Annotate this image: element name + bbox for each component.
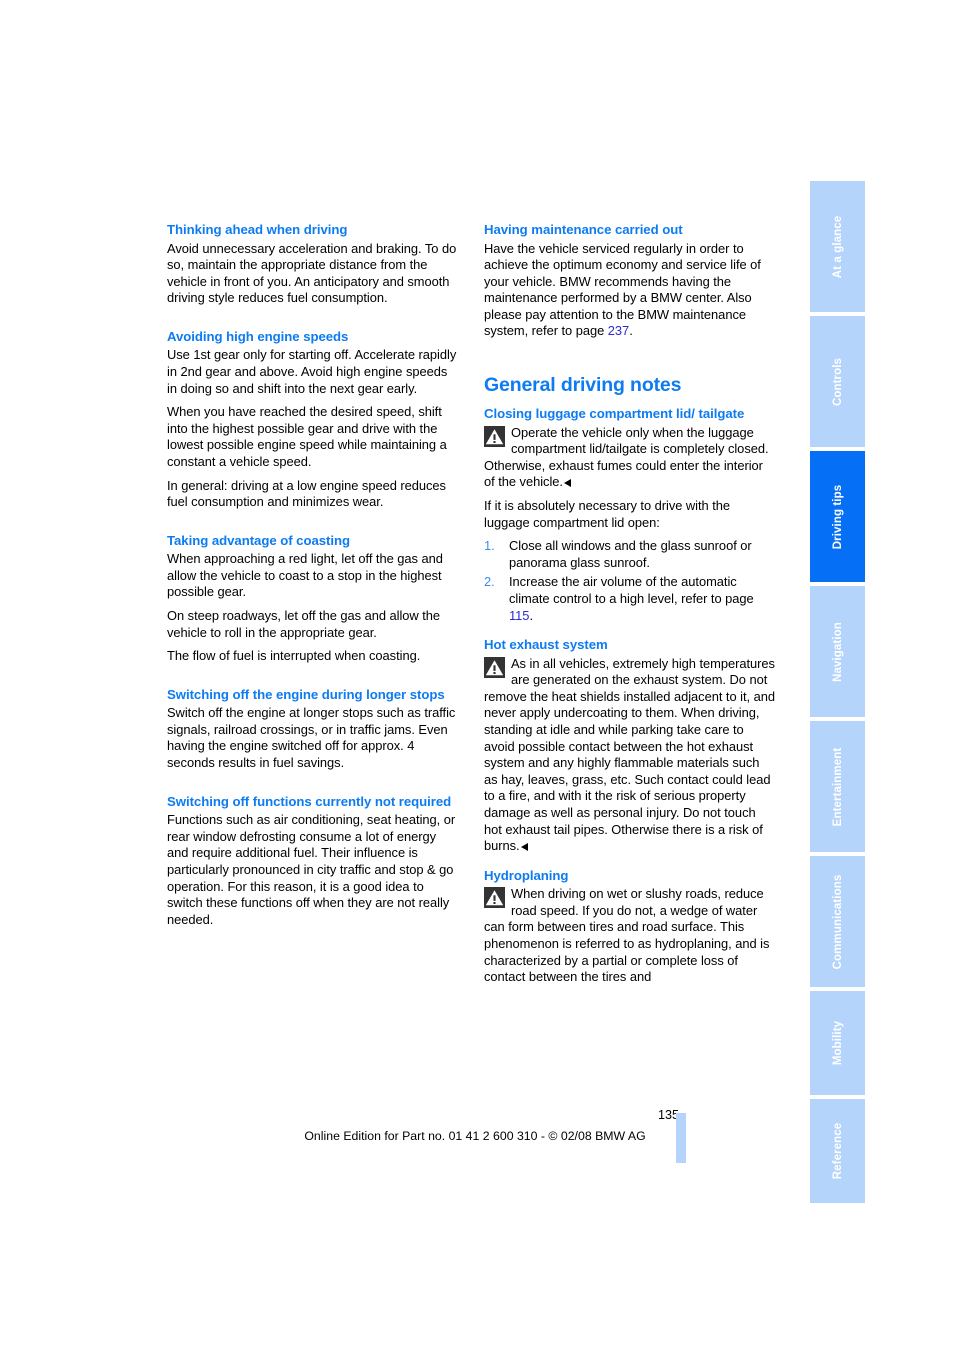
luggage-steps-list: 1. Close all windows and the glass sunro… <box>484 538 776 624</box>
warning-triangle-icon <box>484 656 505 678</box>
list-item-text-before-ref: Increase the air volume of the automatic… <box>509 574 754 606</box>
heading-switching-off-functions: Switching off functions currently not re… <box>167 793 452 809</box>
tab-controls[interactable]: Controls <box>810 316 865 447</box>
tab-mobility[interactable]: Mobility <box>810 991 865 1095</box>
section-title-general-driving-notes: General driving notes <box>484 374 682 397</box>
tab-label: Controls <box>831 357 844 406</box>
chapter-tab-rail: At a glance Controls Driving tips Naviga… <box>810 181 865 1203</box>
heading-closing-luggage-compartment: Closing luggage compartment lid/ tailgat… <box>484 406 745 422</box>
paragraph-longer-stops: Switch off the engine at longer stops su… <box>167 705 456 771</box>
paragraph-engine-speeds-1: Use 1st gear only for starting off. Acce… <box>167 347 457 396</box>
warning-block-luggage: Operate the vehicle only when the luggag… <box>484 425 776 491</box>
paragraph-engine-speeds-2: When you have reached the desired speed,… <box>167 404 447 469</box>
paragraph-maintenance: Have the vehicle serviced regularly in o… <box>484 241 776 341</box>
list-item-number: 2. <box>484 574 495 590</box>
tab-reference[interactable]: Reference <box>810 1099 865 1203</box>
warning-triangle-icon <box>484 425 505 447</box>
warning-block-hydroplaning: When driving on wet or slushy roads, red… <box>484 886 776 986</box>
tab-label: At a glance <box>831 215 844 278</box>
list-item-number: 1. <box>484 538 495 554</box>
tab-navigation[interactable]: Navigation <box>810 586 865 717</box>
end-of-warning-marker-icon <box>564 479 572 488</box>
end-of-warning-marker-icon <box>521 843 529 852</box>
tab-label: Driving tips <box>831 484 844 549</box>
heading-avoiding-high-engine-speeds: Avoiding high engine speeds <box>167 328 349 344</box>
paragraph-luggage-intro: If it is absolutely necessary to drive w… <box>484 497 731 530</box>
paragraph-coasting-2: On steep roadways, let off the gas and a… <box>167 608 441 640</box>
paragraph-switching-off-functions: Functions such as air conditioning, seat… <box>167 812 456 927</box>
maintenance-text-after-ref: . <box>629 323 633 339</box>
footer-edition-note: Online Edition for Part no. 01 41 2 600 … <box>304 1129 646 1143</box>
list-item: 1. Close all windows and the glass sunro… <box>484 538 776 571</box>
heading-hydroplaning: Hydroplaning <box>484 867 569 883</box>
warning-text-exhaust: As in all vehicles, extremely high tempe… <box>484 655 775 854</box>
tab-label: Mobility <box>831 1020 844 1066</box>
list-item-text: Close all windows and the glass sunroof … <box>509 538 752 570</box>
warning-triangle-icon <box>484 887 505 909</box>
tab-label: Navigation <box>831 621 844 682</box>
manual-page: Thinking ahead when driving Avoid unnece… <box>0 0 954 1350</box>
tab-label: Communications <box>831 874 844 969</box>
list-item-text-after-ref: . <box>529 607 533 623</box>
heading-having-maintenance-carried-out: Having maintenance carried out <box>484 222 683 237</box>
warning-text-hydroplaning: When driving on wet or slushy roads, red… <box>484 886 770 985</box>
tab-driving-tips[interactable]: Driving tips <box>810 451 865 582</box>
heading-taking-advantage-of-coasting: Taking advantage of coasting <box>167 532 351 548</box>
paragraph-engine-speeds-3: In general: driving at a low engine spee… <box>167 477 446 510</box>
paragraph-coasting-3: The flow of fuel is interrupted when coa… <box>167 648 421 664</box>
warning-block-exhaust: As in all vehicles, extremely high tempe… <box>484 656 776 855</box>
list-item: 2. Increase the air volume of the automat… <box>484 574 776 624</box>
page-reference-237[interactable]: 237 <box>608 323 629 338</box>
heading-switching-off-engine-longer-stops: Switching off the engine during longer s… <box>167 686 445 702</box>
warning-text-luggage: Operate the vehicle only when the luggag… <box>484 424 769 490</box>
paragraph-thinking-ahead: Avoid unnecessary acceleration and braki… <box>167 240 457 306</box>
left-text-column: Thinking ahead when driving Avoid unnece… <box>167 222 459 928</box>
paragraph-coasting-1: When approaching a red light, let off th… <box>167 551 443 600</box>
heading-hot-exhaust-system: Hot exhaust system <box>484 637 608 653</box>
tab-communications[interactable]: Communications <box>810 856 865 987</box>
tab-entertainment[interactable]: Entertainment <box>810 721 865 852</box>
page-reference-115[interactable]: 115 <box>509 608 529 623</box>
right-text-column: Having maintenance carried out Have the … <box>484 222 776 993</box>
tab-label: Entertainment <box>831 747 844 826</box>
heading-thinking-ahead: Thinking ahead when driving <box>167 222 348 237</box>
page-number: 135 <box>657 1108 679 1122</box>
tab-at-a-glance[interactable]: At a glance <box>810 181 865 312</box>
